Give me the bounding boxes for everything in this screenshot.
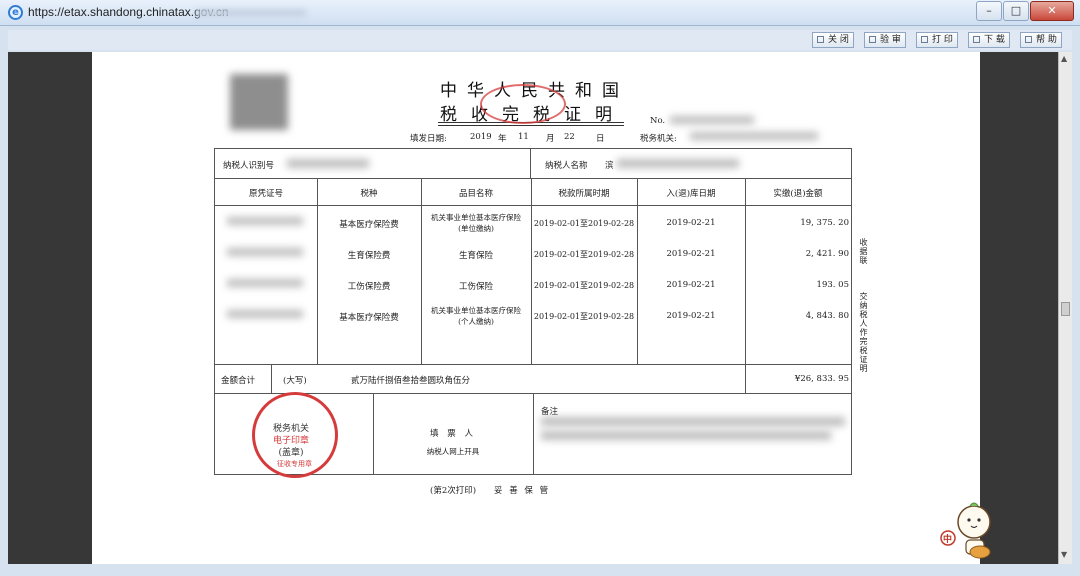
minimize-button[interactable]: – xyxy=(976,1,1002,21)
total-amount: ¥26, 833. 95 xyxy=(794,374,849,384)
browser-icon: e xyxy=(8,5,23,20)
table-row-4-date: 2019-02-21 xyxy=(666,311,716,321)
print-button[interactable]: 打 印 xyxy=(916,32,958,48)
total-capital-label: (大写) xyxy=(283,376,307,386)
vertical-scrollbar[interactable]: ▲ ▼ xyxy=(1058,52,1072,564)
table-row-4-tax-type: 基本医疗保险费 xyxy=(339,313,399,323)
close-window-button[interactable]: ✕ xyxy=(1030,1,1074,21)
table-row-1-voucher-redacted xyxy=(227,217,303,225)
window-controls: – □ ✕ xyxy=(975,1,1074,21)
header-item-name: 品目名称 xyxy=(458,189,493,199)
tax-authority-label: 税务机关: xyxy=(640,134,677,144)
taxpayer-id-redacted xyxy=(287,159,369,168)
side-note-receipt: 收据联 xyxy=(859,238,868,265)
seal-text-2: 电子印章 xyxy=(273,436,310,446)
remark-redacted-line1 xyxy=(541,417,845,426)
table-row-4-period: 2019-02-01至2019-02-28 xyxy=(533,312,635,321)
table-row-4-voucher-redacted xyxy=(227,310,303,318)
fill-date-day: 22 xyxy=(564,132,575,142)
url-redacted xyxy=(196,9,306,17)
table-row-2-period: 2019-02-01至2019-02-28 xyxy=(533,250,635,259)
table-row-4-amount: 4, 843. 80 xyxy=(805,311,849,321)
table-row-2-tax-type: 生育保险费 xyxy=(347,251,391,261)
table-row-3-period: 2019-02-01至2019-02-28 xyxy=(533,281,635,290)
maximize-button[interactable]: □ xyxy=(1003,1,1029,21)
filler-label: 填 票 人 xyxy=(430,429,476,439)
filler-value: 纳税人网上开具 xyxy=(426,447,480,456)
viewer-toolbar: 关 闭 验 审 打 印 下 载 帮 助 xyxy=(8,30,1072,50)
help-button[interactable]: 帮 助 xyxy=(1020,32,1062,48)
header-amount: 实缴(退)金额 xyxy=(773,189,823,199)
print-count: (第2次打印) xyxy=(430,486,477,496)
window-titlebar: e https://etax.shandong.chinatax.gov.cn … xyxy=(0,0,1080,26)
table-row-1-item: 机关事业单位基本医疗保险 xyxy=(431,213,521,222)
keep-safe-note: 妥 善 保 管 xyxy=(494,486,551,496)
mascot-sticker: 中 xyxy=(940,498,1004,564)
download-icon xyxy=(973,36,980,43)
table-row-1-period: 2019-02-01至2019-02-28 xyxy=(533,219,635,228)
download-button[interactable]: 下 载 xyxy=(968,32,1010,48)
close-button[interactable]: 关 闭 xyxy=(812,32,854,48)
header-tax-type: 税种 xyxy=(360,189,378,199)
remark-redacted-line2 xyxy=(541,431,831,440)
mascot-badge: 中 xyxy=(943,535,953,545)
viewer-left-margin xyxy=(8,52,92,564)
fill-date-month: 11 xyxy=(518,132,529,142)
header-original-voucher: 原凭证号 xyxy=(248,189,283,199)
title-underline-2 xyxy=(438,125,624,126)
fill-date-day-unit: 日 xyxy=(596,134,605,144)
table-row-3-tax-type: 工伤保险费 xyxy=(347,282,391,292)
close-icon xyxy=(817,36,824,43)
taxpayer-name-prefix: 滨 xyxy=(605,161,614,171)
verify-icon xyxy=(869,36,876,43)
seal-text-3: (盖章) xyxy=(278,448,304,458)
seal-bottom-text: 征收专用章 xyxy=(277,460,312,468)
taxpayer-name-label: 纳税人名称 xyxy=(545,161,588,171)
fill-date-month-unit: 月 xyxy=(546,134,555,144)
title-seal-mark xyxy=(480,84,566,124)
certificate-no-label: No. xyxy=(650,116,666,126)
status-bar xyxy=(0,564,1080,576)
side-note-certificate: 交纳税人作完税证明 xyxy=(859,292,868,373)
table-row-4-item: 机关事业单位基本医疗保险 xyxy=(431,306,521,315)
header-tax-period: 税款所属时期 xyxy=(558,189,610,199)
table-row-4-item-sub: (个人缴纳) xyxy=(458,317,494,326)
total-capital-amount: 贰万陆仟捌佰叁拾叁圆玖角伍分 xyxy=(351,376,471,386)
taxpayer-id-label: 纳税人识别号 xyxy=(223,161,275,171)
table-row-1-item-sub: (单位缴纳) xyxy=(458,224,494,233)
seal-text-1: 税务机关 xyxy=(273,424,310,434)
table-row-3-date: 2019-02-21 xyxy=(666,280,716,290)
fill-date-label: 填发日期: xyxy=(410,134,447,144)
table-row-3-amount: 193. 05 xyxy=(816,280,849,290)
certificate-page: 中华人民共和国 税收完税证明 No. 填发日期: 2019 年 11 月 22 … xyxy=(92,52,980,564)
table-row-1-date: 2019-02-21 xyxy=(666,218,716,228)
table-row-3-item: 工伤保险 xyxy=(458,282,493,292)
table-row-1-amount: 19, 375. 20 xyxy=(800,218,849,228)
fill-date-year: 2019 xyxy=(470,132,492,142)
table-row-2-voucher-redacted xyxy=(227,248,303,256)
printer-icon xyxy=(921,36,928,43)
total-label: 金额合计 xyxy=(221,376,256,386)
scroll-down-icon[interactable]: ▼ xyxy=(1061,550,1067,559)
viewer-right-margin xyxy=(980,52,1058,564)
tax-authority-redacted xyxy=(690,132,818,140)
qr-code-redacted xyxy=(230,74,288,130)
certificate-no-redacted xyxy=(670,116,754,124)
table-row-3-voucher-redacted xyxy=(227,279,303,287)
header-storage-date: 入(退)库日期 xyxy=(666,189,716,199)
table-row-2-amount: 2, 421. 90 xyxy=(805,249,849,259)
taxpayer-name-redacted xyxy=(617,159,739,168)
help-icon xyxy=(1025,36,1032,43)
fill-date-year-unit: 年 xyxy=(498,134,507,144)
table-row-1-tax-type: 基本医疗保险费 xyxy=(339,220,399,230)
verify-button[interactable]: 验 审 xyxy=(864,32,906,48)
table-row-2-date: 2019-02-21 xyxy=(666,249,716,259)
scroll-thumb[interactable] xyxy=(1061,302,1070,316)
scroll-up-icon[interactable]: ▲ xyxy=(1061,54,1067,63)
table-row-2-item: 生育保险 xyxy=(458,251,493,261)
tax-authority-seal: 税务机关 电子印章 (盖章) 征收专用章 xyxy=(252,392,338,478)
remark-label: 备注 xyxy=(541,407,559,417)
